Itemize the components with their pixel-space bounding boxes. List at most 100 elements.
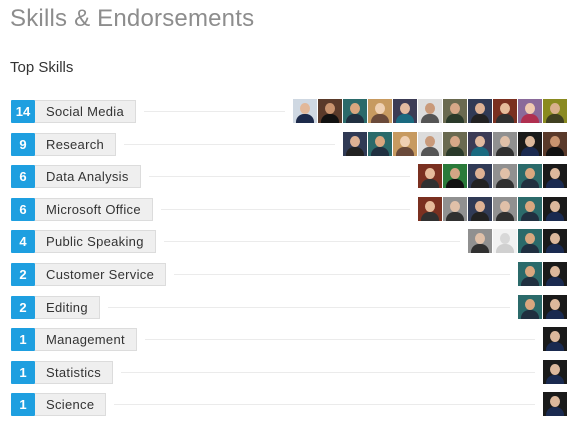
endorser-avatars [418, 196, 567, 221]
skill-name-pill[interactable]: Statistics [35, 360, 114, 384]
skill-name-pill[interactable]: Public Speaking [35, 230, 156, 254]
skill-divider-line [164, 241, 460, 243]
endorser-avatar[interactable] [468, 164, 492, 189]
skill-name-pill[interactable]: Research [35, 132, 117, 156]
endorsement-count-badge[interactable]: 2 [11, 262, 35, 286]
endorser-avatar[interactable] [393, 99, 417, 123]
avatar-shoulders [496, 146, 514, 156]
skill-name-pill[interactable]: Data Analysis [35, 165, 141, 189]
avatar-shoulders [521, 276, 539, 286]
endorser-avatar[interactable] [543, 99, 567, 123]
endorser-avatar[interactable] [493, 164, 517, 189]
endorser-avatar[interactable] [518, 164, 542, 189]
endorser-avatar[interactable] [418, 99, 442, 123]
avatar-face [375, 103, 385, 114]
avatar-face [500, 135, 510, 147]
endorser-avatars [418, 164, 567, 189]
avatar-face [550, 265, 560, 277]
endorser-avatar[interactable] [518, 261, 542, 286]
avatar-shoulders [346, 146, 364, 156]
endorser-avatar[interactable] [493, 131, 517, 156]
endorser-avatar[interactable] [543, 131, 567, 156]
endorser-avatar[interactable] [518, 294, 542, 319]
avatar-face [375, 135, 385, 147]
endorser-avatar[interactable] [493, 229, 517, 254]
avatar-shoulders [371, 114, 389, 123]
avatar-face [300, 103, 310, 114]
endorser-avatar[interactable] [543, 229, 567, 254]
endorser-avatar[interactable] [468, 229, 492, 254]
avatar-face [475, 233, 485, 245]
endorser-avatar[interactable] [368, 131, 392, 156]
avatar-face [400, 103, 410, 114]
skill-name-pill[interactable]: Customer Service [35, 262, 167, 286]
avatar-face [550, 135, 560, 147]
avatar-face [525, 135, 535, 147]
avatar-shoulders [496, 244, 514, 254]
endorser-avatar[interactable] [468, 196, 492, 221]
avatar-face [525, 200, 535, 212]
endorser-avatar[interactable] [343, 99, 367, 123]
endorser-avatar[interactable] [418, 164, 442, 189]
endorser-avatar[interactable] [518, 131, 542, 156]
endorsement-count-badge[interactable]: 1 [11, 360, 35, 384]
endorser-avatar[interactable] [543, 164, 567, 189]
endorsement-count-badge[interactable]: 6 [11, 165, 35, 189]
endorser-avatar[interactable] [493, 196, 517, 221]
avatar-shoulders [496, 179, 514, 189]
endorsement-count-badge[interactable]: 4 [11, 230, 35, 254]
endorsement-count-badge[interactable]: 9 [11, 132, 35, 156]
skill-name-pill[interactable]: Social Media [35, 100, 137, 123]
endorser-avatar[interactable] [443, 99, 467, 123]
endorser-avatar[interactable] [518, 196, 542, 221]
avatar-face [425, 135, 435, 147]
skill-row: 2 Customer Service [11, 261, 567, 295]
skill-row: 14 Social Media [11, 99, 567, 132]
avatar-shoulders [521, 309, 539, 319]
endorser-avatar[interactable] [318, 99, 342, 123]
avatar-shoulders [496, 114, 514, 123]
endorser-avatar[interactable] [493, 99, 517, 123]
endorser-avatar[interactable] [518, 229, 542, 254]
avatar-shoulders [521, 114, 539, 123]
endorser-avatar[interactable] [543, 327, 567, 352]
endorsement-count-badge[interactable]: 6 [11, 197, 35, 221]
endorsement-count-badge[interactable]: 1 [11, 328, 35, 352]
endorser-avatar[interactable] [543, 196, 567, 221]
avatar-face [525, 233, 535, 245]
endorser-avatar[interactable] [543, 294, 567, 319]
endorser-avatar[interactable] [368, 99, 392, 123]
endorser-avatar[interactable] [543, 392, 567, 417]
avatar-shoulders [546, 276, 564, 286]
endorser-avatar[interactable] [543, 261, 567, 286]
endorser-avatar[interactable] [443, 196, 467, 221]
skill-row: 6 Data Analysis [11, 164, 567, 197]
endorser-avatars [543, 359, 567, 384]
skill-name-pill[interactable]: Microsoft Office [35, 197, 153, 221]
endorser-avatar[interactable] [443, 164, 467, 189]
endorser-avatar[interactable] [343, 131, 367, 156]
skill-row: 2 Editing [11, 294, 567, 328]
endorsement-count-badge[interactable]: 14 [11, 100, 35, 123]
avatar-shoulders [396, 146, 414, 156]
endorser-avatar[interactable] [518, 99, 542, 123]
avatar-face [525, 298, 535, 310]
avatar-face [500, 200, 510, 212]
endorser-avatar[interactable] [468, 131, 492, 156]
skill-divider-line [145, 339, 535, 341]
skill-name-pill[interactable]: Editing [35, 295, 100, 319]
endorser-avatar[interactable] [293, 99, 317, 123]
endorsement-count-badge[interactable]: 2 [11, 295, 35, 319]
skill-name-pill[interactable]: Science [35, 393, 107, 417]
endorser-avatar[interactable] [393, 131, 417, 156]
skill-name-pill[interactable]: Management [35, 328, 137, 352]
endorsement-count-badge[interactable]: 1 [11, 393, 35, 417]
skill-row: 9 Research [11, 131, 567, 165]
avatar-shoulders [496, 211, 514, 221]
endorser-avatar[interactable] [418, 196, 442, 221]
endorser-avatar[interactable] [443, 131, 467, 156]
endorser-avatar[interactable] [468, 99, 492, 123]
skill-divider-line [114, 404, 535, 406]
endorser-avatar[interactable] [418, 131, 442, 156]
endorser-avatar[interactable] [543, 359, 567, 384]
